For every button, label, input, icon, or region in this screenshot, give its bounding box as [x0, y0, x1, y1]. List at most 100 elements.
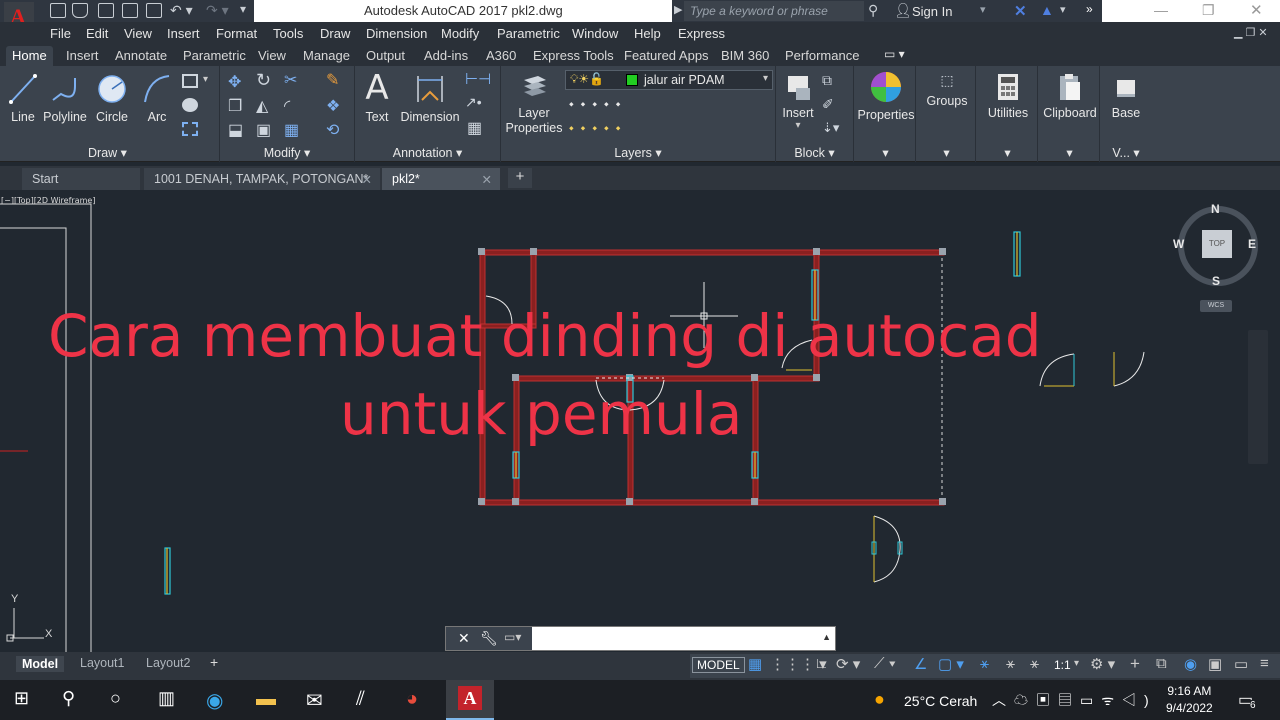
viewcube-south[interactable]: S	[1212, 274, 1220, 288]
layers-panel-title[interactable]: Layers ▾	[501, 145, 775, 160]
fillet-icon[interactable]: ◜	[284, 96, 290, 116]
new-file-icon[interactable]	[50, 3, 66, 18]
annotation-scale-value[interactable]: 1:1	[1054, 658, 1071, 672]
menu-dimension[interactable]: Dimension	[366, 26, 427, 41]
modify-panel-title[interactable]: Modify ▾	[220, 145, 354, 160]
tab-performance[interactable]: Performance	[785, 48, 859, 63]
offset-icon[interactable]: ⟲	[326, 120, 339, 140]
exchange-icon[interactable]: ✕	[1014, 2, 1027, 20]
trim-icon[interactable]: ✂	[284, 70, 297, 90]
layer-tools-row2[interactable]: ⬩⬩⬩⬩⬩	[569, 120, 627, 136]
layer-tools-row1[interactable]: ⬩⬩⬩⬩⬩	[569, 96, 627, 112]
customization-icon[interactable]: ≡	[1260, 655, 1269, 672]
close-tab-icon[interactable]: ✕	[482, 172, 492, 187]
menu-insert[interactable]: Insert	[167, 26, 200, 41]
annotation-visibility-icon[interactable]: ⚹	[980, 655, 989, 672]
binoculars-icon[interactable]: ⚲	[868, 2, 878, 19]
save-as-icon[interactable]	[122, 3, 138, 18]
tab-output[interactable]: Output	[366, 48, 405, 63]
properties-panel-dropdown[interactable]: ▾	[856, 145, 915, 160]
minimize-icon[interactable]: —	[1154, 2, 1168, 18]
utilities-panel-dropdown[interactable]: ▾	[978, 145, 1037, 160]
open-file-icon[interactable]	[72, 3, 88, 18]
tab-insert[interactable]: Insert	[66, 48, 99, 63]
circle-tool[interactable]: Circle	[94, 72, 130, 124]
sign-in-dropdown-icon[interactable]: ▾	[980, 3, 986, 16]
scale-icon[interactable]: ▣	[256, 120, 271, 140]
insert-block-tool[interactable]: Insert ▾	[778, 72, 818, 131]
properties-tool[interactable]: Properties	[856, 70, 916, 122]
close-icon[interactable]: ✕	[1250, 1, 1263, 19]
viewcube-east[interactable]: E	[1248, 237, 1256, 251]
weather-sun-icon[interactable]: ●	[874, 689, 885, 710]
annotation-scale-icon[interactable]: ⚹	[1030, 655, 1039, 672]
move-icon[interactable]: ✥	[228, 72, 241, 92]
viewcube-top-face[interactable]: TOP	[1202, 230, 1232, 258]
grid-icon[interactable]: ▦	[748, 655, 762, 673]
search-icon[interactable]: ⚲	[62, 688, 88, 712]
model-space-button[interactable]: MODEL	[692, 657, 745, 673]
file-explorer-icon[interactable]: ▬	[256, 688, 282, 712]
tab-express-tools[interactable]: Express Tools	[533, 48, 614, 63]
menu-modify[interactable]: Modify	[441, 26, 479, 41]
view-panel-title[interactable]: V... ▾	[1102, 145, 1150, 160]
menu-tools[interactable]: Tools	[273, 26, 303, 41]
tab-bim-360[interactable]: BIM 360	[721, 48, 769, 63]
navigation-bar[interactable]	[1248, 330, 1268, 464]
user-icon[interactable]: 👤︎	[894, 2, 912, 19]
chrome-icon[interactable]: ◕	[406, 688, 432, 712]
erase-icon[interactable]: ✎	[326, 70, 339, 90]
task-view-icon[interactable]: ▥	[158, 688, 184, 712]
clean-screen-icon[interactable]: ▭	[1234, 655, 1248, 673]
layout-tab-model[interactable]: Model	[16, 656, 65, 672]
windows-start-icon[interactable]: ⊞	[14, 688, 40, 712]
region-icon[interactable]	[182, 122, 198, 136]
doc-tab-pkl2[interactable]: pkl2* ✕	[382, 168, 500, 190]
base-tool[interactable]: Base	[1102, 72, 1150, 120]
command-line[interactable]: ✕ 🔧︎ ▭▾ ▲	[445, 626, 836, 651]
ribbon-options-icon[interactable]: ▭ ▾	[884, 47, 905, 61]
menu-help[interactable]: Help	[634, 26, 661, 41]
print-icon[interactable]	[146, 3, 162, 18]
menu-minimize-icon[interactable]: ▁ ❐ ✕	[1234, 26, 1268, 39]
tab-manage[interactable]: Manage	[303, 48, 350, 63]
viewcube-north[interactable]: N	[1211, 202, 1220, 216]
arc-tool[interactable]: Arc	[140, 72, 174, 124]
hatch-icon[interactable]	[182, 98, 198, 112]
drawing-canvas[interactable]: [−][Top][2D Wireframe] Y X N S E W TOP W…	[0, 190, 1280, 652]
hardware-acceleration-icon[interactable]: ▣	[1208, 655, 1222, 673]
edit-block-icon[interactable]: ✐	[822, 96, 834, 113]
dimension-tool[interactable]: Dimension	[399, 72, 461, 124]
isodraft-icon[interactable]: ⟋ ▾	[874, 655, 896, 672]
command-history-icon[interactable]: ▲	[822, 632, 831, 642]
menu-edit[interactable]: Edit	[86, 26, 108, 41]
table-icon[interactable]: ▦	[467, 118, 482, 138]
draw-panel-title[interactable]: Draw ▾	[0, 145, 219, 160]
menu-format[interactable]: Format	[216, 26, 257, 41]
close-tab-icon[interactable]: ✕	[362, 172, 372, 187]
save-icon[interactable]	[98, 3, 114, 18]
tab-add-ins[interactable]: Add-ins	[424, 48, 468, 63]
layout-tab-layout1[interactable]: Layout1	[80, 656, 124, 670]
units-icon[interactable]: ⧉	[1156, 655, 1167, 672]
edge-browser-icon[interactable]: ◉	[206, 688, 232, 712]
polar-icon[interactable]: ⟳ ▾	[836, 655, 860, 673]
object-snap-icon[interactable]: ▢ ▾	[938, 655, 964, 673]
object-snap-tracking-icon[interactable]: ∠	[914, 655, 927, 673]
copy-icon[interactable]: ❐	[228, 96, 242, 116]
layer-dropdown[interactable]: 💡︎☀🔓 jalur air PDAM ▾	[565, 70, 773, 90]
clipboard-panel-dropdown[interactable]: ▾	[1040, 145, 1099, 160]
undo-icon[interactable]: ↶ ▾	[170, 2, 193, 19]
autodesk-account-icon[interactable]: ▲	[1040, 2, 1054, 18]
array-icon[interactable]: ▦	[284, 120, 299, 140]
wcs-menu[interactable]: WCS	[1200, 300, 1232, 312]
clipboard-tool[interactable]: Clipboard	[1040, 72, 1100, 120]
isolate-objects-icon[interactable]: ◉	[1184, 655, 1197, 673]
polyline-tool[interactable]: Polyline	[42, 72, 88, 124]
create-block-icon[interactable]: ⧉	[822, 72, 832, 89]
close-command-line-icon[interactable]: ✕	[458, 630, 470, 647]
search-expand-icon[interactable]: ▶	[674, 3, 682, 16]
tab-featured-apps[interactable]: Featured Apps	[624, 48, 709, 63]
app-icon[interactable]: ⫽	[356, 688, 382, 712]
annotation-panel-title[interactable]: Annotation ▾	[355, 145, 500, 160]
